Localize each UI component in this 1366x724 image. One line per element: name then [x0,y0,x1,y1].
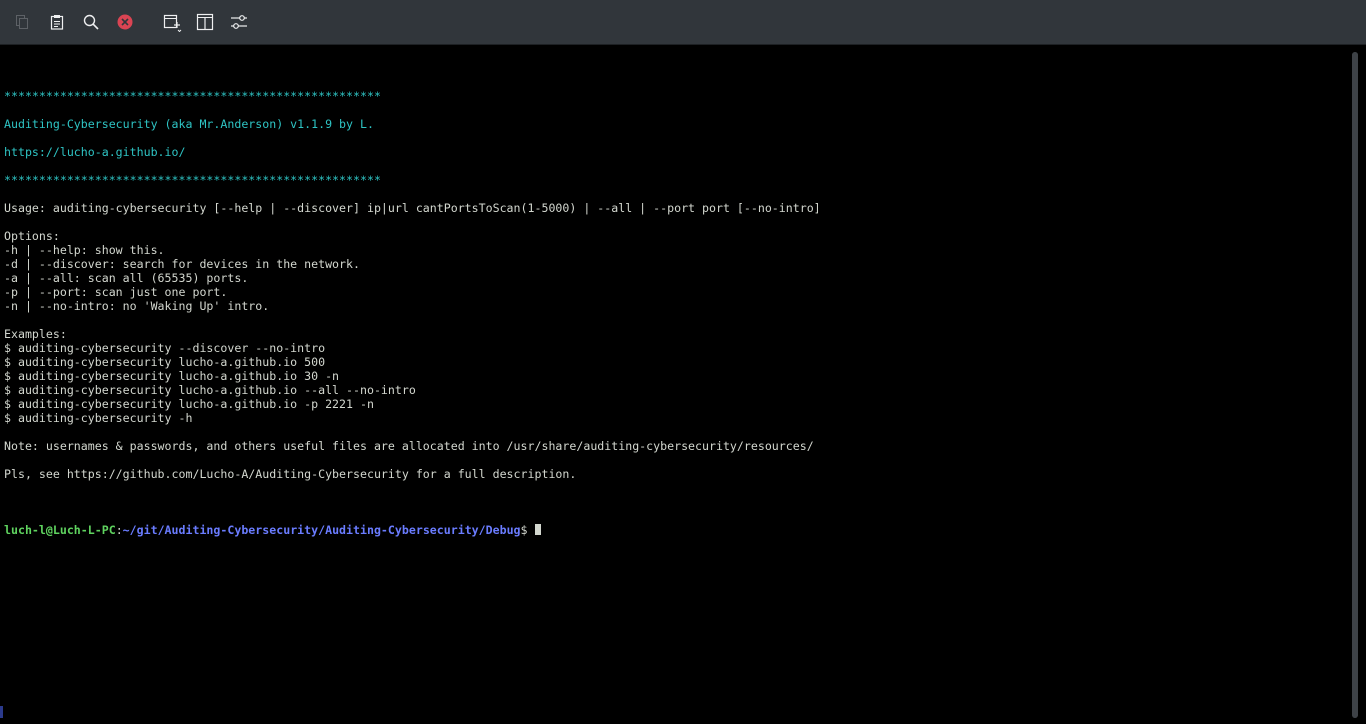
prompt-user-host: luch-l@Luch-L-PC [4,523,116,537]
terminal-lines: ****************************************… [4,89,821,495]
terminal-line: https://lucho-a.github.io/ [4,145,186,159]
terminal-line: Examples: [4,327,67,341]
search-icon [83,14,99,30]
terminal-line: $ auditing-cybersecurity lucho-a.github.… [4,355,326,369]
terminal-line: -d | --discover: search for devices in t… [4,257,360,271]
paste-button[interactable] [45,10,69,34]
terminal-line: ****************************************… [4,89,381,103]
copy-icon [16,15,28,29]
toolbar [0,0,1366,45]
close-button[interactable] [113,10,137,34]
terminal-output: ****************************************… [4,61,821,565]
status-marker [0,706,3,718]
terminal-line: -h | --help: show this. [4,243,165,257]
close-icon [117,14,133,30]
scrollbar-track[interactable] [1352,52,1358,718]
new-tab-icon [163,14,182,32]
paste-icon [50,15,64,30]
terminal-line: Options: [4,229,60,243]
settings-button[interactable] [227,10,251,34]
terminal-scrollbar[interactable] [1344,46,1366,724]
terminal-line: -a | --all: scan all (65535) ports. [4,271,249,285]
terminal-line: ****************************************… [4,173,381,187]
settings-sliders-icon [231,15,247,29]
terminal-line: $ auditing-cybersecurity lucho-a.github.… [4,369,340,383]
split-view-icon [196,13,214,31]
terminal-line: Auditing-Cybersecurity (aka Mr.Anderson)… [4,117,374,131]
terminal-line: $ auditing-cybersecurity --discover --no… [4,341,326,355]
terminal-line: $ auditing-cybersecurity lucho-a.github.… [4,397,374,411]
terminal-line: -p | --port: scan just one port. [4,285,228,299]
terminal-line: Usage: auditing-cybersecurity [--help | … [4,201,821,215]
prompt-symbol: $ [520,523,535,537]
terminal-line: -n | --no-intro: no 'Waking Up' intro. [4,299,270,313]
split-view-button[interactable] [193,10,217,34]
copy-button[interactable] [10,10,34,34]
prompt-separator: : [115,523,123,537]
terminal-line: $ auditing-cybersecurity lucho-a.github.… [4,383,416,397]
terminal-view[interactable]: ****************************************… [0,46,1344,724]
scrollbar-thumb[interactable] [1352,52,1358,718]
find-button[interactable] [79,10,103,34]
terminal-line: Pls, see https://github.com/Lucho-A/Audi… [4,467,577,481]
text-cursor [534,524,541,535]
new-tab-button[interactable] [160,10,184,34]
terminal-line: $ auditing-cybersecurity -h [4,411,193,425]
terminal-line: Note: usernames & passwords, and others … [4,439,814,453]
prompt-path: ~/git/Auditing-Cybersecurity/Auditing-Cy… [122,523,521,537]
shell-prompt-line[interactable]: luch-l@Luch-L-PC:~/git/Auditing-Cybersec… [4,523,821,537]
